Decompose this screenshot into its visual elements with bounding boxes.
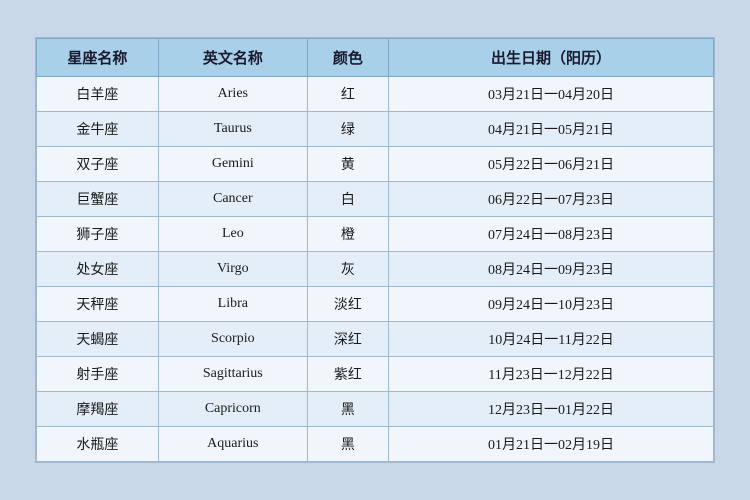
table-row: 双子座Gemini黄05月22日一06月21日 <box>37 147 714 182</box>
header-birth-date: 出生日期（阳历） <box>389 39 714 77</box>
cell-color: 淡红 <box>307 287 388 322</box>
table-row: 白羊座Aries红03月21日一04月20日 <box>37 77 714 112</box>
cell-chinese-name: 天蝎座 <box>37 322 159 357</box>
cell-chinese-name: 金牛座 <box>37 112 159 147</box>
cell-birth-date: 11月23日一12月22日 <box>389 357 714 392</box>
cell-birth-date: 09月24日一10月23日 <box>389 287 714 322</box>
cell-english-name: Aquarius <box>158 427 307 462</box>
cell-birth-date: 12月23日一01月22日 <box>389 392 714 427</box>
cell-birth-date: 08月24日一09月23日 <box>389 252 714 287</box>
cell-color: 深红 <box>307 322 388 357</box>
header-color: 颜色 <box>307 39 388 77</box>
table-row: 巨蟹座Cancer白06月22日一07月23日 <box>37 182 714 217</box>
cell-english-name: Virgo <box>158 252 307 287</box>
cell-color: 白 <box>307 182 388 217</box>
cell-color: 红 <box>307 77 388 112</box>
cell-birth-date: 01月21日一02月19日 <box>389 427 714 462</box>
cell-english-name: Scorpio <box>158 322 307 357</box>
table-row: 天秤座Libra淡红09月24日一10月23日 <box>37 287 714 322</box>
zodiac-table-container: 星座名称 英文名称 颜色 出生日期（阳历） 白羊座Aries红03月21日一04… <box>35 37 715 463</box>
cell-birth-date: 04月21日一05月21日 <box>389 112 714 147</box>
table-header-row: 星座名称 英文名称 颜色 出生日期（阳历） <box>37 39 714 77</box>
cell-chinese-name: 天秤座 <box>37 287 159 322</box>
cell-chinese-name: 双子座 <box>37 147 159 182</box>
zodiac-table: 星座名称 英文名称 颜色 出生日期（阳历） 白羊座Aries红03月21日一04… <box>36 38 714 462</box>
table-row: 金牛座Taurus绿04月21日一05月21日 <box>37 112 714 147</box>
cell-chinese-name: 水瓶座 <box>37 427 159 462</box>
cell-english-name: Leo <box>158 217 307 252</box>
cell-color: 黄 <box>307 147 388 182</box>
cell-birth-date: 10月24日一11月22日 <box>389 322 714 357</box>
cell-color: 灰 <box>307 252 388 287</box>
table-row: 摩羯座Capricorn黑12月23日一01月22日 <box>37 392 714 427</box>
table-row: 水瓶座Aquarius黑01月21日一02月19日 <box>37 427 714 462</box>
cell-color: 紫红 <box>307 357 388 392</box>
cell-chinese-name: 射手座 <box>37 357 159 392</box>
cell-color: 黑 <box>307 427 388 462</box>
header-chinese-name: 星座名称 <box>37 39 159 77</box>
cell-english-name: Libra <box>158 287 307 322</box>
cell-color: 橙 <box>307 217 388 252</box>
cell-chinese-name: 巨蟹座 <box>37 182 159 217</box>
cell-english-name: Gemini <box>158 147 307 182</box>
cell-chinese-name: 白羊座 <box>37 77 159 112</box>
table-row: 处女座Virgo灰08月24日一09月23日 <box>37 252 714 287</box>
cell-chinese-name: 狮子座 <box>37 217 159 252</box>
cell-english-name: Cancer <box>158 182 307 217</box>
cell-english-name: Sagittarius <box>158 357 307 392</box>
cell-chinese-name: 摩羯座 <box>37 392 159 427</box>
cell-birth-date: 03月21日一04月20日 <box>389 77 714 112</box>
cell-birth-date: 06月22日一07月23日 <box>389 182 714 217</box>
table-row: 狮子座Leo橙07月24日一08月23日 <box>37 217 714 252</box>
header-english-name: 英文名称 <box>158 39 307 77</box>
cell-english-name: Taurus <box>158 112 307 147</box>
cell-english-name: Capricorn <box>158 392 307 427</box>
table-row: 射手座Sagittarius紫红11月23日一12月22日 <box>37 357 714 392</box>
cell-english-name: Aries <box>158 77 307 112</box>
table-row: 天蝎座Scorpio深红10月24日一11月22日 <box>37 322 714 357</box>
cell-color: 绿 <box>307 112 388 147</box>
cell-chinese-name: 处女座 <box>37 252 159 287</box>
cell-birth-date: 05月22日一06月21日 <box>389 147 714 182</box>
cell-color: 黑 <box>307 392 388 427</box>
cell-birth-date: 07月24日一08月23日 <box>389 217 714 252</box>
